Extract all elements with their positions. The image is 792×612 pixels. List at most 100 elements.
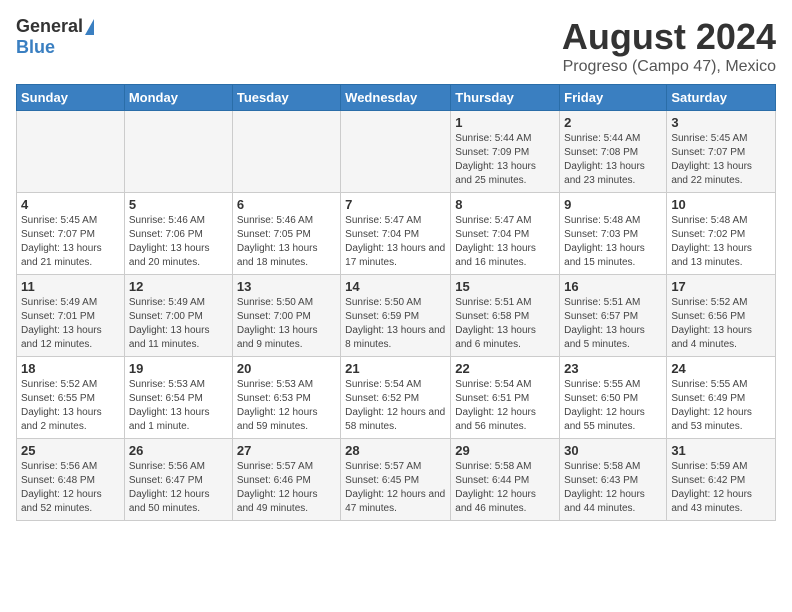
day-number: 28 bbox=[345, 443, 446, 458]
header-friday: Friday bbox=[560, 85, 667, 111]
day-cell-7: 7 Sunrise: 5:47 AMSunset: 7:04 PMDaylight… bbox=[341, 193, 451, 275]
day-cell-empty bbox=[17, 111, 125, 193]
header-wednesday: Wednesday bbox=[341, 85, 451, 111]
day-cell-11: 11 Sunrise: 5:49 AMSunset: 7:01 PMDayligh… bbox=[17, 275, 125, 357]
day-cell-21: 21 Sunrise: 5:54 AMSunset: 6:52 PMDayligh… bbox=[341, 357, 451, 439]
day-number: 16 bbox=[564, 279, 662, 294]
day-cell-27: 27 Sunrise: 5:57 AMSunset: 6:46 PMDayligh… bbox=[232, 439, 340, 521]
day-detail: Sunrise: 5:56 AMSunset: 6:47 PMDaylight:… bbox=[129, 460, 228, 516]
day-number: 2 bbox=[564, 115, 662, 130]
day-detail: Sunrise: 5:50 AMSunset: 6:59 PMDaylight:… bbox=[345, 296, 446, 352]
week-row-5: 25 Sunrise: 5:56 AMSunset: 6:48 PMDayligh… bbox=[17, 439, 776, 521]
day-detail: Sunrise: 5:54 AMSunset: 6:52 PMDaylight:… bbox=[345, 378, 446, 434]
week-row-2: 4 Sunrise: 5:45 AMSunset: 7:07 PMDaylight… bbox=[17, 193, 776, 275]
day-cell-13: 13Sunrise: 5:50 AMSunset: 7:00 PMDayligh… bbox=[232, 275, 340, 357]
day-cell-empty bbox=[341, 111, 451, 193]
day-detail: Sunrise: 5:47 AMSunset: 7:04 PMDaylight:… bbox=[345, 214, 446, 270]
day-detail: Sunrise: 5:47 AMSunset: 7:04 PMDaylight:… bbox=[455, 214, 555, 270]
day-cell-20: 20 Sunrise: 5:53 AMSunset: 6:53 PMDayligh… bbox=[232, 357, 340, 439]
day-detail: Sunrise: 5:57 AMSunset: 6:45 PMDaylight:… bbox=[345, 460, 446, 516]
day-cell-12: 12 Sunrise: 5:49 AMSunset: 7:00 PMDayligh… bbox=[124, 275, 232, 357]
day-cell-14: 14 Sunrise: 5:50 AMSunset: 6:59 PMDayligh… bbox=[341, 275, 451, 357]
day-number: 14 bbox=[345, 279, 446, 294]
day-cell-8: 8 Sunrise: 5:47 AMSunset: 7:04 PMDaylight… bbox=[451, 193, 560, 275]
day-detail: Sunrise: 5:51 AMSunset: 6:57 PMDaylight:… bbox=[564, 296, 662, 352]
day-number: 20 bbox=[237, 361, 336, 376]
header-row: SundayMondayTuesdayWednesdayThursdayFrid… bbox=[17, 85, 776, 111]
week-row-4: 18 Sunrise: 5:52 AMSunset: 6:55 PMDayligh… bbox=[17, 357, 776, 439]
day-detail: Sunrise: 5:46 AMSunset: 7:06 PMDaylight:… bbox=[129, 214, 228, 270]
header-sunday: Sunday bbox=[17, 85, 125, 111]
day-number: 3 bbox=[671, 115, 771, 130]
day-detail: Sunrise: 5:55 AMSunset: 6:50 PMDaylight:… bbox=[564, 378, 662, 434]
day-detail: Sunrise: 5:58 AMSunset: 6:44 PMDaylight:… bbox=[455, 460, 555, 516]
day-cell-26: 26Sunrise: 5:56 AMSunset: 6:47 PMDayligh… bbox=[124, 439, 232, 521]
day-detail: Sunrise: 5:49 AMSunset: 7:01 PMDaylight:… bbox=[21, 296, 120, 352]
day-cell-9: 9Sunrise: 5:48 AMSunset: 7:03 PMDaylight… bbox=[560, 193, 667, 275]
day-cell-16: 16 Sunrise: 5:51 AMSunset: 6:57 PMDayligh… bbox=[560, 275, 667, 357]
day-detail: Sunrise: 5:45 AMSunset: 7:07 PMDaylight:… bbox=[671, 132, 771, 188]
day-number: 5 bbox=[129, 197, 228, 212]
day-detail: Sunrise: 5:51 AMSunset: 6:58 PMDaylight:… bbox=[455, 296, 555, 352]
day-cell-5: 5 Sunrise: 5:46 AMSunset: 7:06 PMDaylight… bbox=[124, 193, 232, 275]
day-detail: Sunrise: 5:48 AMSunset: 7:03 PMDaylight:… bbox=[564, 214, 662, 270]
day-detail: Sunrise: 5:46 AMSunset: 7:05 PMDaylight:… bbox=[237, 214, 336, 270]
day-number: 25 bbox=[21, 443, 120, 458]
day-detail: Sunrise: 5:50 AMSunset: 7:00 PMDaylight:… bbox=[237, 296, 336, 352]
day-detail: Sunrise: 5:44 AMSunset: 7:08 PMDaylight:… bbox=[564, 132, 662, 188]
day-number: 22 bbox=[455, 361, 555, 376]
day-number: 7 bbox=[345, 197, 446, 212]
day-cell-10: 10 Sunrise: 5:48 AMSunset: 7:02 PMDayligh… bbox=[667, 193, 776, 275]
header-tuesday: Tuesday bbox=[232, 85, 340, 111]
day-cell-28: 28 Sunrise: 5:57 AMSunset: 6:45 PMDayligh… bbox=[341, 439, 451, 521]
day-detail: Sunrise: 5:53 AMSunset: 6:53 PMDaylight:… bbox=[237, 378, 336, 434]
day-number: 21 bbox=[345, 361, 446, 376]
day-cell-empty bbox=[232, 111, 340, 193]
calendar-table: SundayMondayTuesdayWednesdayThursdayFrid… bbox=[16, 84, 776, 521]
logo-general: General bbox=[16, 16, 83, 37]
day-number: 4 bbox=[21, 197, 120, 212]
day-detail: Sunrise: 5:52 AMSunset: 6:55 PMDaylight:… bbox=[21, 378, 120, 434]
day-cell-23: 23Sunrise: 5:55 AMSunset: 6:50 PMDayligh… bbox=[560, 357, 667, 439]
day-detail: Sunrise: 5:59 AMSunset: 6:42 PMDaylight:… bbox=[671, 460, 771, 516]
day-cell-25: 25 Sunrise: 5:56 AMSunset: 6:48 PMDayligh… bbox=[17, 439, 125, 521]
day-cell-empty bbox=[124, 111, 232, 193]
day-cell-3: 3 Sunrise: 5:45 AMSunset: 7:07 PMDaylight… bbox=[667, 111, 776, 193]
header-monday: Monday bbox=[124, 85, 232, 111]
day-detail: Sunrise: 5:56 AMSunset: 6:48 PMDaylight:… bbox=[21, 460, 120, 516]
day-cell-6: 6 Sunrise: 5:46 AMSunset: 7:05 PMDaylight… bbox=[232, 193, 340, 275]
day-number: 18 bbox=[21, 361, 120, 376]
day-detail: Sunrise: 5:52 AMSunset: 6:56 PMDaylight:… bbox=[671, 296, 771, 352]
day-number: 12 bbox=[129, 279, 228, 294]
day-number: 19 bbox=[129, 361, 228, 376]
day-detail: Sunrise: 5:58 AMSunset: 6:43 PMDaylight:… bbox=[564, 460, 662, 516]
day-number: 15 bbox=[455, 279, 555, 294]
day-number: 31 bbox=[671, 443, 771, 458]
day-detail: Sunrise: 5:54 AMSunset: 6:51 PMDaylight:… bbox=[455, 378, 555, 434]
day-detail: Sunrise: 5:45 AMSunset: 7:07 PMDaylight:… bbox=[21, 214, 120, 270]
header-thursday: Thursday bbox=[451, 85, 560, 111]
day-number: 1 bbox=[455, 115, 555, 130]
week-row-1: 1Sunrise: 5:44 AMSunset: 7:09 PMDaylight… bbox=[17, 111, 776, 193]
day-detail: Sunrise: 5:49 AMSunset: 7:00 PMDaylight:… bbox=[129, 296, 228, 352]
day-cell-19: 19 Sunrise: 5:53 AMSunset: 6:54 PMDayligh… bbox=[124, 357, 232, 439]
day-number: 17 bbox=[671, 279, 771, 294]
day-number: 11 bbox=[21, 279, 120, 294]
day-detail: Sunrise: 5:55 AMSunset: 6:49 PMDaylight:… bbox=[671, 378, 771, 434]
day-cell-22: 22 Sunrise: 5:54 AMSunset: 6:51 PMDayligh… bbox=[451, 357, 560, 439]
title-area: August 2024 Progreso (Campo 47), Mexico bbox=[562, 16, 776, 76]
day-number: 27 bbox=[237, 443, 336, 458]
page-subtitle: Progreso (Campo 47), Mexico bbox=[562, 58, 776, 76]
day-cell-30: 30 Sunrise: 5:58 AMSunset: 6:43 PMDayligh… bbox=[560, 439, 667, 521]
day-number: 6 bbox=[237, 197, 336, 212]
day-detail: Sunrise: 5:48 AMSunset: 7:02 PMDaylight:… bbox=[671, 214, 771, 270]
day-cell-4: 4 Sunrise: 5:45 AMSunset: 7:07 PMDaylight… bbox=[17, 193, 125, 275]
day-cell-29: 29 Sunrise: 5:58 AMSunset: 6:44 PMDayligh… bbox=[451, 439, 560, 521]
day-number: 30 bbox=[564, 443, 662, 458]
day-detail: Sunrise: 5:57 AMSunset: 6:46 PMDaylight:… bbox=[237, 460, 336, 516]
day-number: 29 bbox=[455, 443, 555, 458]
day-number: 10 bbox=[671, 197, 771, 212]
day-number: 8 bbox=[455, 197, 555, 212]
day-cell-24: 24Sunrise: 5:55 AMSunset: 6:49 PMDayligh… bbox=[667, 357, 776, 439]
day-detail: Sunrise: 5:53 AMSunset: 6:54 PMDaylight:… bbox=[129, 378, 228, 434]
